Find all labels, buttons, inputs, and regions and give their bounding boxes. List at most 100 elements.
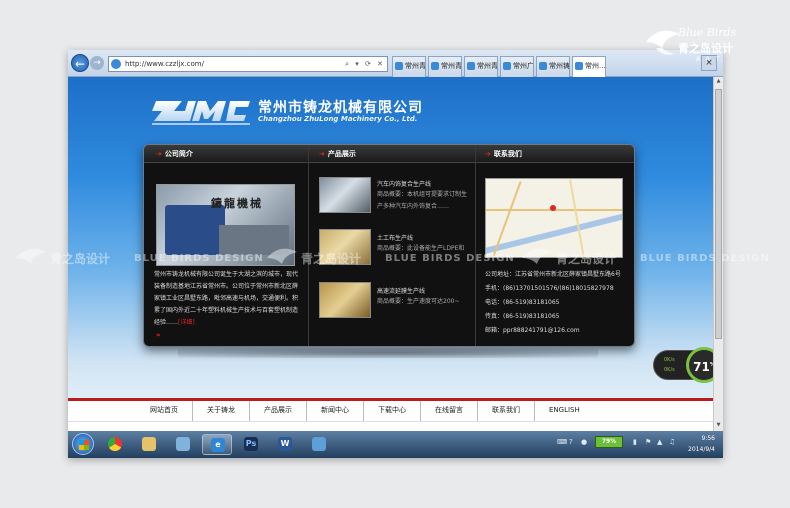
- about-body: 常州市铸龙机械有限公司诞生于大湖之滨的城市，现代装备制造基地江苏省常州市。公司位…: [154, 271, 299, 326]
- section-products-title: 产品展示: [327, 150, 356, 158]
- taskbar-app[interactable]: [304, 434, 334, 455]
- panel-header-bar: [144, 145, 634, 163]
- back-button[interactable]: ←: [71, 54, 89, 72]
- taskbar-photoshop[interactable]: Ps: [236, 434, 266, 455]
- product-image[interactable]: [319, 177, 371, 213]
- map-river: [486, 208, 622, 256]
- windows-logo-icon: [79, 440, 89, 450]
- scroll-down-icon[interactable]: ▼: [715, 422, 722, 430]
- footer-nav: 网站首页 关于铸龙 产品展示 新闻中心 下载中心 在线留言 联系我们 ENGLI…: [136, 401, 594, 421]
- memory-percent: 71%: [686, 347, 713, 383]
- red-arrow-icon: ➔: [485, 150, 491, 158]
- contact-address: 公司地址：江苏省常州市新北区薛家镇昌墅东路6号: [485, 271, 621, 278]
- machine-graphic: [165, 205, 225, 255]
- clock-date: 2014/9/4: [688, 446, 715, 453]
- browser-tab[interactable]: 常州青之...: [392, 56, 426, 77]
- nav-english[interactable]: ENGLISH: [535, 401, 594, 421]
- tray-keyboard-icon[interactable]: ⌨: [557, 438, 567, 446]
- section-contact-header[interactable]: ➔ 联系我们: [485, 145, 522, 163]
- taskbar-clock[interactable]: 9:56 2014/9/4: [688, 433, 715, 455]
- browser-toolbar: ← → http://www.czzljx.com/ ⌕ ▾ ⟳ ✕ 常州青之.…: [68, 50, 723, 78]
- chrome-icon: [108, 437, 122, 451]
- start-button[interactable]: [72, 433, 94, 455]
- battery-indicator[interactable]: 79%: [595, 436, 623, 448]
- section-contact-title: 联系我们: [493, 150, 522, 158]
- product-title[interactable]: 高速流延膜生产线: [377, 286, 425, 295]
- taskbar-word[interactable]: W: [270, 434, 300, 455]
- section-about-title: 公司简介: [164, 150, 193, 158]
- product-image[interactable]: [319, 282, 371, 318]
- nav-home[interactable]: 网站首页: [136, 401, 193, 421]
- section-about-header[interactable]: ➔ 公司简介: [156, 145, 193, 163]
- contact-email: 邮箱：ppr888241791@126.com: [485, 327, 580, 334]
- browser-tab[interactable]: 常州青之...: [428, 56, 462, 77]
- address-controls[interactable]: ⌕ ▾ ⟳ ✕: [345, 57, 385, 71]
- taskbar-explorer[interactable]: [134, 434, 164, 455]
- product-title[interactable]: 土工布生产线: [377, 233, 413, 242]
- browser-window: ← → http://www.czzljx.com/ ⌕ ▾ ⟳ ✕ 常州青之.…: [68, 50, 723, 458]
- nav-news[interactable]: 新闻中心: [307, 401, 364, 421]
- bird-logo-icon: [646, 30, 680, 55]
- red-arrow-icon: ➔: [319, 150, 325, 158]
- nav-about[interactable]: 关于铸龙: [193, 401, 250, 421]
- about-arrow-link[interactable]: »: [156, 331, 161, 339]
- taskbar-chrome[interactable]: [100, 434, 130, 455]
- zlmc-logo: [152, 101, 250, 125]
- tray-help-icon[interactable]: ?: [569, 438, 577, 446]
- address-bar[interactable]: http://www.czzljx.com/ ⌕ ▾ ⟳ ✕: [108, 56, 388, 72]
- tray-volume-icon[interactable]: ♫: [669, 438, 677, 446]
- map-road: [569, 179, 585, 257]
- tray-network-icon[interactable]: ●: [581, 438, 589, 446]
- ie-icon: e: [211, 438, 225, 452]
- taskbar-ie[interactable]: e: [202, 434, 232, 455]
- brand-tags: A.R.T.: [696, 56, 725, 63]
- product-image[interactable]: [319, 229, 371, 265]
- company-name-en: Changzhou ZhuLong Machinery Co., Ltd.: [258, 115, 418, 123]
- product-desc: 商品概要：本机组可提要求订制生产多种汽车内外饰复合……: [377, 191, 468, 210]
- browser-tab-active[interactable]: 常州...: [572, 56, 606, 78]
- column-divider: [475, 145, 476, 346]
- nav-products[interactable]: 产品展示: [250, 401, 307, 421]
- memory-value: 71: [693, 360, 710, 374]
- taskbar-media[interactable]: [168, 434, 198, 455]
- nav-contact[interactable]: 联系我们: [478, 401, 535, 421]
- clock-time: 9:56: [701, 435, 715, 442]
- nav-message[interactable]: 在线留言: [421, 401, 478, 421]
- forward-button[interactable]: →: [90, 56, 104, 70]
- site-favicon-icon: [111, 59, 121, 69]
- panel-shadow: [178, 348, 598, 358]
- footer-divider: [68, 421, 713, 422]
- about-text: 常州市铸龙机械有限公司诞生于大湖之滨的城市，现代装备制造基地江苏省常州市。公司位…: [154, 269, 298, 329]
- map-pin-icon: [550, 205, 556, 211]
- product-desc: 商品概要：此设备能生产LDPE和: [377, 245, 465, 252]
- machine-graphic: [219, 225, 289, 255]
- download-speed: 0K/s: [664, 367, 675, 373]
- browser-tab[interactable]: 常州铸龙...: [536, 56, 570, 77]
- photoshop-icon: Ps: [244, 437, 258, 451]
- vertical-scrollbar[interactable]: ▲ ▼: [713, 77, 723, 431]
- address-url: http://www.czzljx.com/: [125, 60, 204, 68]
- watermark-bird-icon: [16, 248, 46, 264]
- word-icon: W: [278, 437, 292, 451]
- contact-mobile: 手机：(86)13701501576/(86)18015827978: [485, 285, 614, 292]
- browser-tab[interactable]: 常州青之...: [464, 56, 498, 77]
- browser-tab[interactable]: 常州广告...: [500, 56, 534, 77]
- product-title[interactable]: 汽车内饰复合生产线: [377, 179, 431, 188]
- location-map[interactable]: [485, 178, 623, 258]
- section-products-header[interactable]: ➔ 产品展示: [319, 145, 356, 163]
- nav-downloads[interactable]: 下载中心: [364, 401, 421, 421]
- scroll-up-icon[interactable]: ▲: [715, 78, 722, 86]
- media-icon: [176, 437, 190, 451]
- windows-taskbar: e Ps W ⌨ ? ● 79% ▮ ⚑ ▲ ♫ 9:56 2014/9/4: [68, 431, 723, 458]
- column-divider: [308, 145, 309, 346]
- tray-power-icon[interactable]: ▮: [633, 438, 641, 446]
- network-gauge[interactable]: 0K/s 0K/s 71%: [653, 347, 713, 383]
- scroll-thumb[interactable]: [715, 89, 722, 339]
- about-image[interactable]: 鑄龍機械: [156, 184, 295, 266]
- red-arrow-icon: ➔: [156, 150, 162, 158]
- app-icon: [312, 437, 326, 451]
- tray-flag-icon[interactable]: ⚑: [645, 438, 653, 446]
- contact-phone: 电话：(86-519)83181065: [485, 299, 560, 306]
- about-more-link[interactable]: [详细]: [178, 319, 195, 326]
- tray-signal-icon[interactable]: ▲: [657, 438, 665, 446]
